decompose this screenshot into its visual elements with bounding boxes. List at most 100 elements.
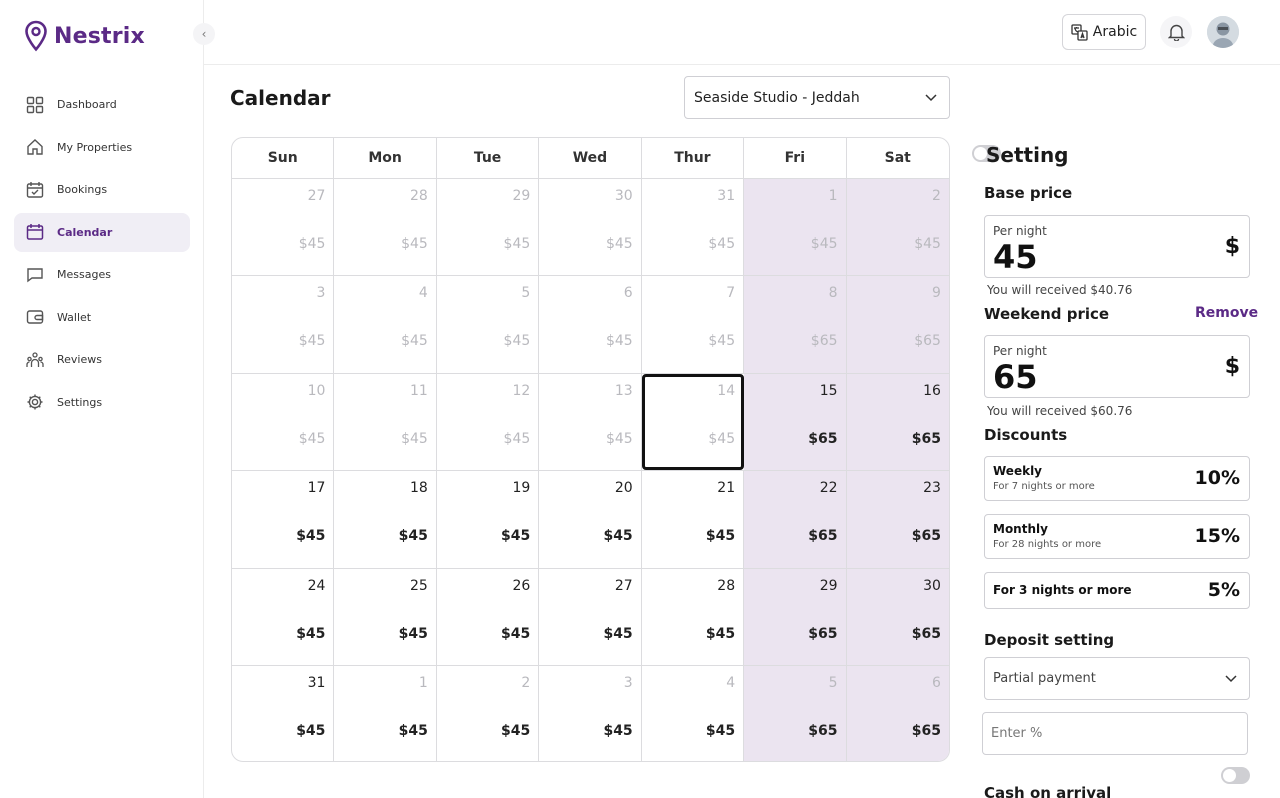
calendar-day-cell[interactable]: 23 $65 <box>846 471 949 568</box>
day-number: 4 <box>418 285 428 302</box>
calendar-day-cell[interactable]: 19 $45 <box>437 471 540 568</box>
calendar-day-cell[interactable]: 27 $45 <box>232 179 335 276</box>
brand-logo[interactable]: Nestrix <box>24 20 145 52</box>
sidebar-item-bookings[interactable]: Bookings <box>14 170 190 209</box>
base-price-input[interactable]: Per night 45 $ <box>984 215 1250 278</box>
bell-icon <box>1167 24 1185 41</box>
calendar-day-cell[interactable]: 9 $65 <box>846 276 949 373</box>
calendar-day-cell[interactable]: 30 $65 <box>846 568 949 665</box>
calendar-day-cell[interactable]: 5 $65 <box>744 665 847 761</box>
deposit-percent-input[interactable] <box>982 712 1248 755</box>
day-number: 3 <box>316 285 326 302</box>
calendar-day-cell[interactable]: 21 $45 <box>642 471 745 568</box>
calendar-day-cell[interactable]: 29 $65 <box>744 568 847 665</box>
day-price: $45 <box>401 430 428 447</box>
property-select[interactable]: Seaside Studio - Jeddah <box>684 76 950 119</box>
base-price-per-night: Per night <box>993 224 1047 238</box>
day-number: 15 <box>819 382 838 399</box>
sidebar-item-calendar[interactable]: Calendar <box>14 212 190 252</box>
calendar-day-cell[interactable]: 10 $45 <box>232 373 335 471</box>
day-number: 16 <box>923 382 941 399</box>
calendar-day-cell[interactable]: 15 $65 <box>744 373 847 471</box>
calendar-week-row: 3 $45 4 $45 5 $45 6 $45 7 $45 8 $65 9 $65 <box>232 276 949 374</box>
sidebar-item-label: Bookings <box>57 183 108 196</box>
sidebar-item-messages[interactable]: Messages <box>14 255 190 294</box>
day-number: 5 <box>521 285 531 302</box>
calendar-day-cell[interactable]: 16 $65 <box>846 373 949 471</box>
chevron-down-icon <box>1225 675 1237 683</box>
sidebar-item-dashboard[interactable]: Dashboard <box>14 85 190 124</box>
calendar-day-cell[interactable]: 13 $45 <box>539 373 642 471</box>
calendar-day-cell[interactable]: 2 $45 <box>437 665 540 761</box>
calendar-day-cell[interactable]: 3 $45 <box>232 276 335 373</box>
calendar-day-cell[interactable]: 18 $45 <box>334 471 437 568</box>
monthly-discount-input[interactable]: Monthly For 28 nights or more 15% <box>984 514 1250 559</box>
notifications-button[interactable] <box>1160 16 1192 48</box>
collapse-sidebar-button[interactable]: ‹ <box>193 23 215 45</box>
day-number: 27 <box>614 577 633 594</box>
sidebar-item-my-properties[interactable]: My Properties <box>14 128 190 167</box>
base-price-received: You will received $40.76 <box>987 283 1133 297</box>
day-price: $45 <box>603 528 633 545</box>
calendar-day-cell[interactable]: 30 $45 <box>539 179 642 276</box>
day-number: 11 <box>410 382 428 399</box>
day-price: $45 <box>705 722 736 739</box>
calendar-day-cell[interactable]: 8 $65 <box>744 276 847 373</box>
location-pin-icon <box>25 20 47 52</box>
calendar-day-cell[interactable]: 3 $45 <box>539 665 642 761</box>
weekend-price-input[interactable]: Per night 65 $ <box>984 335 1250 398</box>
weekly-discount-input[interactable]: Weekly For 7 nights or more 10% <box>984 456 1250 501</box>
calendar-day-cell[interactable]: 27 $45 <box>539 568 642 665</box>
calendar-day-cell[interactable]: 24 $45 <box>232 568 335 665</box>
cash-on-arrival-toggle[interactable] <box>1221 767 1250 784</box>
weekday-header: Sun <box>232 138 335 178</box>
sidebar-item-settings[interactable]: Settings <box>14 383 190 422</box>
day-price: $45 <box>401 236 428 252</box>
day-price: $45 <box>603 625 633 642</box>
calendar-day-cell[interactable]: 7 $45 <box>642 276 745 373</box>
day-number: 25 <box>410 577 428 594</box>
calendar-day-cell[interactable]: 2 $45 <box>846 179 949 276</box>
calendar-day-cell[interactable]: 6 $65 <box>846 665 949 761</box>
calendar-day-cell[interactable]: 31 $45 <box>642 179 745 276</box>
deposit-type-select[interactable]: Partial payment <box>984 657 1250 700</box>
calendar-day-cell[interactable]: 12 $45 <box>437 373 540 471</box>
discount-name: Weekly <box>993 464 1043 478</box>
short-stay-discount-input[interactable]: For 3 nights or more 5% <box>984 572 1250 609</box>
sidebar-item-reviews[interactable]: Reviews <box>14 340 190 379</box>
day-price: $45 <box>501 722 531 739</box>
calendar-day-cell[interactable]: 5 $45 <box>437 276 540 373</box>
calendar-day-cell[interactable]: 6 $45 <box>539 276 642 373</box>
calendar-day-cell[interactable]: 4 $45 <box>334 276 437 373</box>
calendar-day-cell[interactable]: 26 $45 <box>437 568 540 665</box>
day-price: $65 <box>808 625 838 642</box>
language-button[interactable]: Arabic <box>1062 14 1146 50</box>
calendar-day-cell[interactable]: 29 $45 <box>437 179 540 276</box>
avatar[interactable] <box>1207 16 1239 48</box>
cash-on-arrival-label: Cash on arrival <box>984 784 1112 798</box>
reviews-icon <box>25 350 45 370</box>
day-number: 5 <box>828 674 838 691</box>
calendar-day-cell[interactable]: 25 $45 <box>334 568 437 665</box>
calendar-day-cell[interactable]: 11 $45 <box>334 373 437 471</box>
calendar-day-cell[interactable]: 14 $45 <box>641 373 745 471</box>
sidebar-item-wallet[interactable]: Wallet <box>14 298 190 337</box>
calendar-day-cell[interactable]: 4 $45 <box>642 665 745 761</box>
day-number: 7 <box>726 285 736 302</box>
calendar-day-cell[interactable]: 1 $45 <box>744 179 847 276</box>
day-number: 6 <box>623 285 633 302</box>
day-price: $45 <box>398 528 428 545</box>
sidebar-item-label: Reviews <box>57 353 102 366</box>
calendar-day-cell[interactable]: 28 $45 <box>334 179 437 276</box>
calendar-icon <box>25 222 45 242</box>
calendar-day-cell[interactable]: 20 $45 <box>539 471 642 568</box>
calendar-day-cell[interactable]: 31 $45 <box>232 665 335 761</box>
translate-icon <box>1071 23 1088 41</box>
remove-weekend-price-link[interactable]: Remove <box>1195 305 1258 321</box>
calendar-day-cell[interactable]: 22 $65 <box>744 471 847 568</box>
calendar-day-cell[interactable]: 17 $45 <box>232 471 335 568</box>
calendar-day-cell[interactable]: 28 $45 <box>642 568 745 665</box>
calendar-week-row: 10 $45 11 $45 12 $45 13 $45 14 $45 15 $65 16 $65 <box>232 373 949 472</box>
calendar-day-cell[interactable]: 1 $45 <box>334 665 437 761</box>
base-price-currency: $ <box>1224 234 1240 259</box>
